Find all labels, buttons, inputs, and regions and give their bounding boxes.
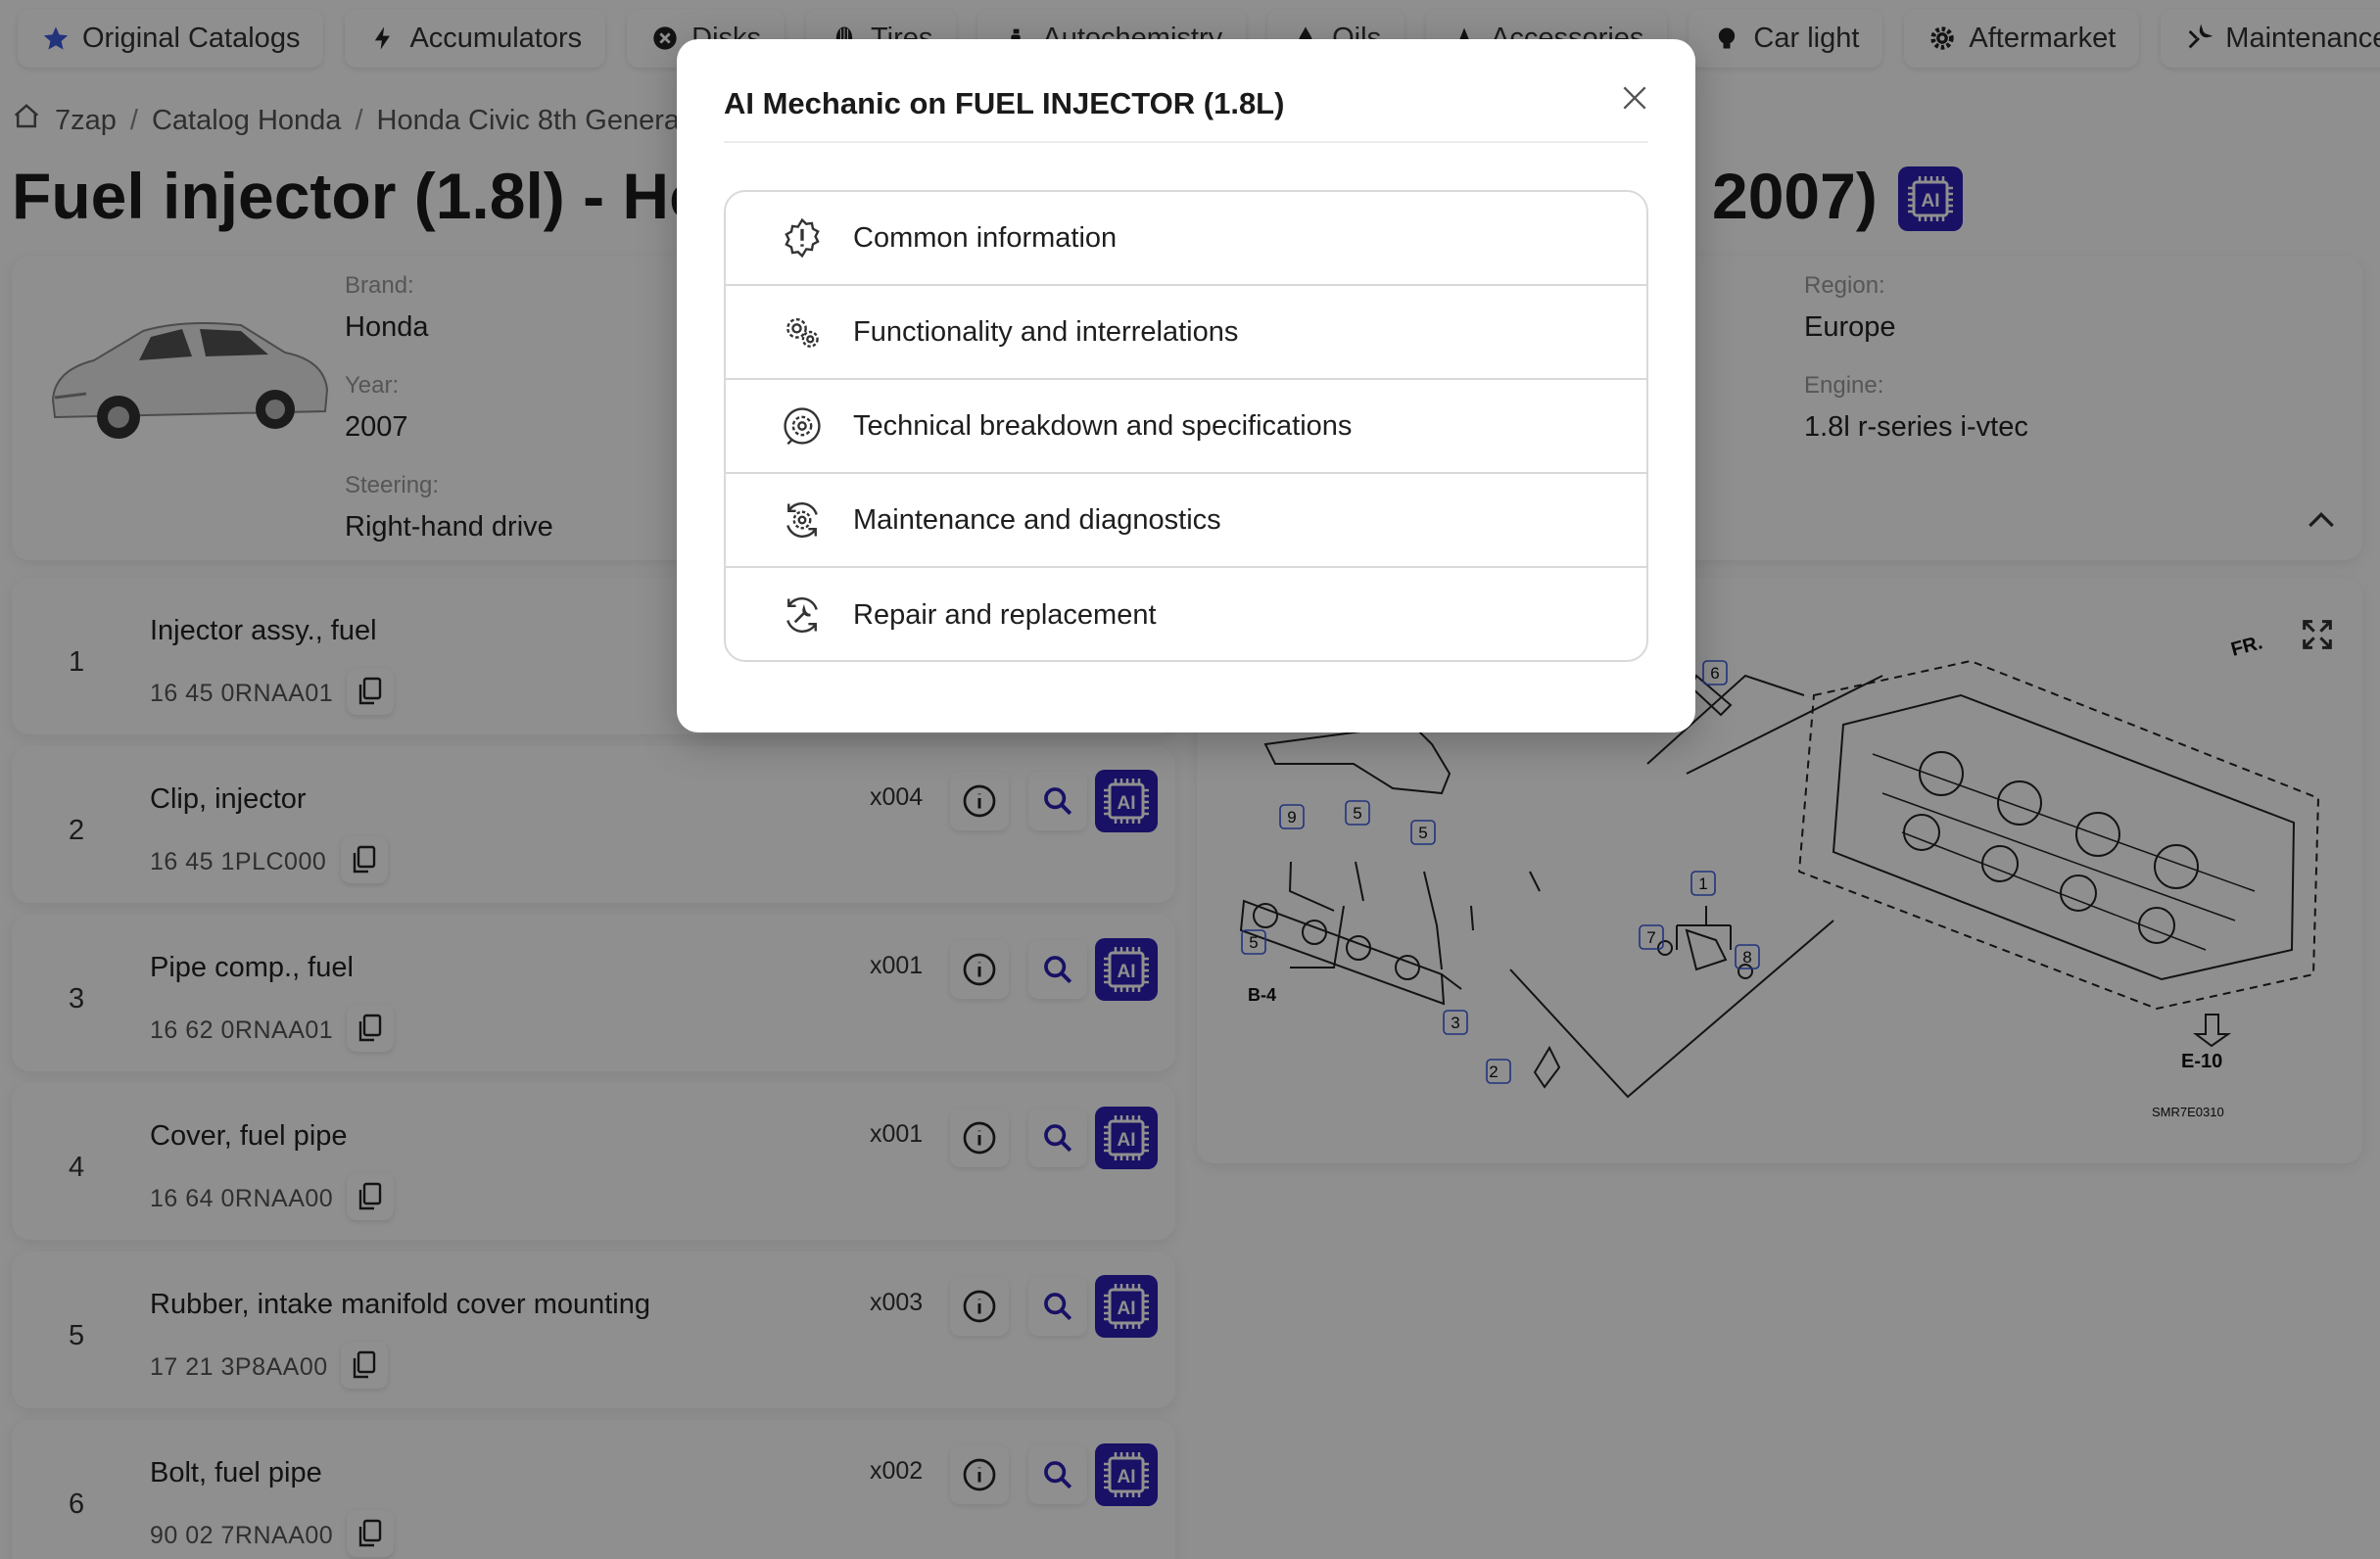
close-button[interactable] [1613,76,1656,119]
topic-label: Common information [853,221,1118,254]
topic-label: Maintenance and diagnostics [853,503,1221,536]
gears-icon [779,308,826,355]
gear-chat-icon [779,402,826,449]
gear-cycle-icon [779,496,826,543]
topic-maintenance-diagnostics[interactable]: Maintenance and diagnostics [726,474,1646,568]
wrench-cycle-icon [779,591,826,638]
topic-label: Functionality and interrelations [853,315,1239,348]
topic-common-information[interactable]: Common information [726,192,1646,286]
ai-topic-list: Common information Functionality and int… [724,190,1648,662]
alert-badge-icon [779,214,826,261]
close-icon [1623,86,1646,110]
topic-technical-breakdown[interactable]: Technical breakdown and specifications [726,380,1646,474]
divider [724,141,1648,143]
topic-label: Technical breakdown and specifications [853,409,1353,442]
topic-label: Repair and replacement [853,598,1157,631]
ai-mechanic-dialog: AI Mechanic on FUEL INJECTOR (1.8L) Comm… [677,39,1695,732]
topic-functionality[interactable]: Functionality and interrelations [726,286,1646,380]
topic-repair-replacement[interactable]: Repair and replacement [726,568,1646,660]
dialog-title: AI Mechanic on FUEL INJECTOR (1.8L) [724,86,1285,120]
